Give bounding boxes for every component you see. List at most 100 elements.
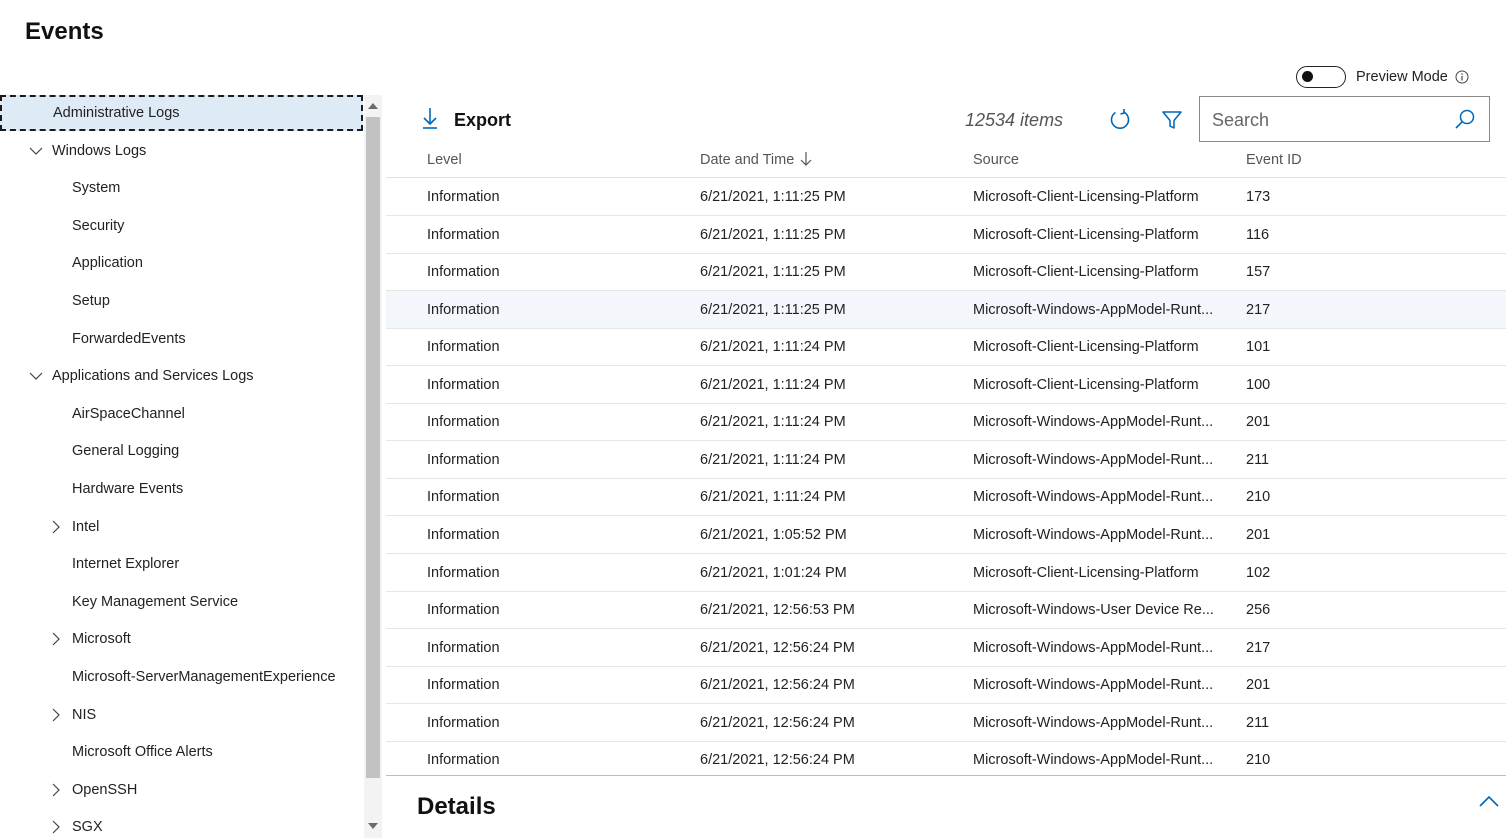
table-row[interactable]: Information 6/21/2021, 1:11:24 PM Microsof… <box>386 403 1506 441</box>
column-header-level[interactable]: Level <box>427 152 462 168</box>
table-row[interactable]: Information 6/21/2021, 12:56:24 PM Microso… <box>386 741 1506 779</box>
table-row[interactable]: Information 6/21/2021, 1:11:25 PM Microsof… <box>386 253 1506 291</box>
tree-item-internet-explorer[interactable]: Internet Explorer <box>0 546 363 582</box>
tree-item-microsoft-servermanagementexperience[interactable]: Microsoft-ServerManagementExperience <box>0 659 363 695</box>
table-row[interactable]: Information 6/21/2021, 1:11:25 PM Microsof… <box>386 216 1506 254</box>
cell-level: Information <box>427 602 500 618</box>
cell-event-id: 201 <box>1246 677 1271 693</box>
tree-item-label: Applications and Services Logs <box>52 368 254 384</box>
table-row[interactable]: Information 6/21/2021, 12:56:24 PM Microso… <box>386 704 1506 742</box>
scroll-down-arrow[interactable] <box>368 823 378 829</box>
log-tree-pane: Administrative Logs Windows Logs System Sec… <box>0 95 384 838</box>
chevron-right-icon[interactable] <box>49 708 63 722</box>
chevron-right-icon[interactable] <box>49 520 63 534</box>
cell-date-time: 6/21/2021, 1:11:24 PM <box>700 452 846 468</box>
tree-item-forwardedevents[interactable]: ForwardedEvents <box>0 321 363 357</box>
search-box[interactable] <box>1199 96 1490 142</box>
cell-source: Microsoft-Client-Licensing-Platform <box>973 565 1199 581</box>
cell-level: Information <box>427 640 500 656</box>
page-title: Events <box>25 18 104 45</box>
chevron-down-icon[interactable] <box>29 144 43 158</box>
column-header-event-id[interactable]: Event ID <box>1246 152 1302 168</box>
tree-item-security[interactable]: Security <box>0 208 363 244</box>
chevron-right-icon[interactable] <box>49 783 63 797</box>
cell-event-id: 256 <box>1246 602 1271 618</box>
cell-source: Microsoft-Windows-AppModel-Runt... <box>973 452 1214 468</box>
tree-scrollbar[interactable] <box>364 95 382 838</box>
tree-item-hardware-events[interactable]: Hardware Events <box>0 471 363 507</box>
column-header-source[interactable]: Source <box>973 152 1019 168</box>
filter-icon[interactable] <box>1161 109 1183 136</box>
tree-item-windows-logs[interactable]: Windows Logs <box>0 133 363 169</box>
tree-item-label: General Logging <box>72 443 180 459</box>
table-row[interactable]: Information 6/21/2021, 1:11:24 PM Microsof… <box>386 366 1506 404</box>
tree-item-label: Internet Explorer <box>72 556 180 572</box>
cell-level: Information <box>427 377 500 393</box>
refresh-icon[interactable] <box>1108 108 1132 137</box>
tree-item-sgx[interactable]: SGX <box>0 809 363 838</box>
table-header: Level Date and Time Source Event ID <box>386 142 1506 178</box>
tree-item-label: Application <box>72 255 143 271</box>
toggle-knob <box>1302 71 1313 82</box>
cell-level: Information <box>427 189 500 205</box>
tree-item-key-management-service[interactable]: Key Management Service <box>0 584 363 620</box>
tree-item-label: AirSpaceChannel <box>72 406 185 422</box>
tree-item-airspacechannel[interactable]: AirSpaceChannel <box>0 396 363 432</box>
table-row[interactable]: Information 6/21/2021, 1:01:24 PM Microsof… <box>386 554 1506 592</box>
chevron-right-icon[interactable] <box>49 820 63 834</box>
arrow-down-icon <box>800 152 812 170</box>
chevron-right-icon[interactable] <box>49 632 63 646</box>
cell-date-time: 6/21/2021, 1:11:25 PM <box>700 227 846 243</box>
table-row[interactable]: Information 6/21/2021, 1:11:24 PM Microsof… <box>386 478 1506 516</box>
tree-item-administrative-logs[interactable]: Administrative Logs <box>0 95 363 131</box>
tree-item-microsoft[interactable]: Microsoft <box>0 621 363 657</box>
info-icon[interactable] <box>1455 70 1469 89</box>
cell-date-time: 6/21/2021, 12:56:24 PM <box>700 715 855 731</box>
chevron-up-icon[interactable] <box>1478 794 1500 813</box>
tree-item-setup[interactable]: Setup <box>0 283 363 319</box>
table-row[interactable]: Information 6/21/2021, 12:56:53 PM Microso… <box>386 591 1506 629</box>
export-button[interactable]: Export <box>420 106 511 134</box>
preview-mode-toggle[interactable] <box>1296 66 1346 88</box>
search-input[interactable] <box>1210 107 1444 133</box>
column-header-date-time-label: Date and Time <box>700 152 795 168</box>
cell-level: Information <box>427 452 500 468</box>
tree-item-nis[interactable]: NIS <box>0 697 363 733</box>
tree-item-microsoft-office-alerts[interactable]: Microsoft Office Alerts <box>0 734 363 770</box>
tree-item-label: NIS <box>72 707 97 723</box>
cell-event-id: 100 <box>1246 377 1271 393</box>
tree-item-intel[interactable]: Intel <box>0 509 363 545</box>
cell-event-id: 210 <box>1246 752 1271 768</box>
cell-event-id: 217 <box>1246 302 1271 318</box>
column-header-date-time[interactable]: Date and Time <box>700 152 812 170</box>
cell-source: Microsoft-Windows-AppModel-Runt... <box>973 752 1214 768</box>
tree-item-label: Setup <box>72 293 110 309</box>
tree-item-general-logging[interactable]: General Logging <box>0 433 363 469</box>
cell-date-time: 6/21/2021, 12:56:24 PM <box>700 640 855 656</box>
table-row[interactable]: Information 6/21/2021, 12:56:24 PM Microso… <box>386 629 1506 667</box>
scroll-up-arrow[interactable] <box>368 103 378 109</box>
table-row[interactable]: Information 6/21/2021, 1:11:25 PM Microsof… <box>386 291 1506 329</box>
table-row[interactable]: Information 6/21/2021, 1:05:52 PM Microsof… <box>386 516 1506 554</box>
cell-level: Information <box>427 565 500 581</box>
tree-item-openssh[interactable]: OpenSSH <box>0 772 363 808</box>
items-count: 12534 items <box>965 110 1064 130</box>
table-row[interactable]: Information 6/21/2021, 1:11:24 PM Microsof… <box>386 328 1506 366</box>
cell-date-time: 6/21/2021, 1:11:24 PM <box>700 339 846 355</box>
tree-item-application[interactable]: Application <box>0 245 363 281</box>
cell-event-id: 116 <box>1246 227 1270 243</box>
tree-item-system[interactable]: System <box>0 170 363 206</box>
table-row[interactable]: Information 6/21/2021, 1:11:25 PM Microsof… <box>386 178 1506 216</box>
cell-date-time: 6/21/2021, 1:11:25 PM <box>700 302 846 318</box>
chevron-down-icon[interactable] <box>29 369 43 383</box>
tree-item-label: ForwardedEvents <box>72 331 186 347</box>
search-icon[interactable] <box>1454 108 1476 135</box>
table-row[interactable]: Information 6/21/2021, 12:56:24 PM Microso… <box>386 666 1506 704</box>
tree-item-applications-and-services-logs[interactable]: Applications and Services Logs <box>0 358 363 394</box>
cell-event-id: 173 <box>1246 189 1271 205</box>
cell-source: Microsoft-Client-Licensing-Platform <box>973 227 1199 243</box>
table-row[interactable]: Information 6/21/2021, 1:11:24 PM Microsof… <box>386 441 1506 479</box>
scroll-thumb[interactable] <box>366 117 380 778</box>
cell-event-id: 211 <box>1246 715 1270 731</box>
cell-source: Microsoft-Client-Licensing-Platform <box>973 377 1199 393</box>
